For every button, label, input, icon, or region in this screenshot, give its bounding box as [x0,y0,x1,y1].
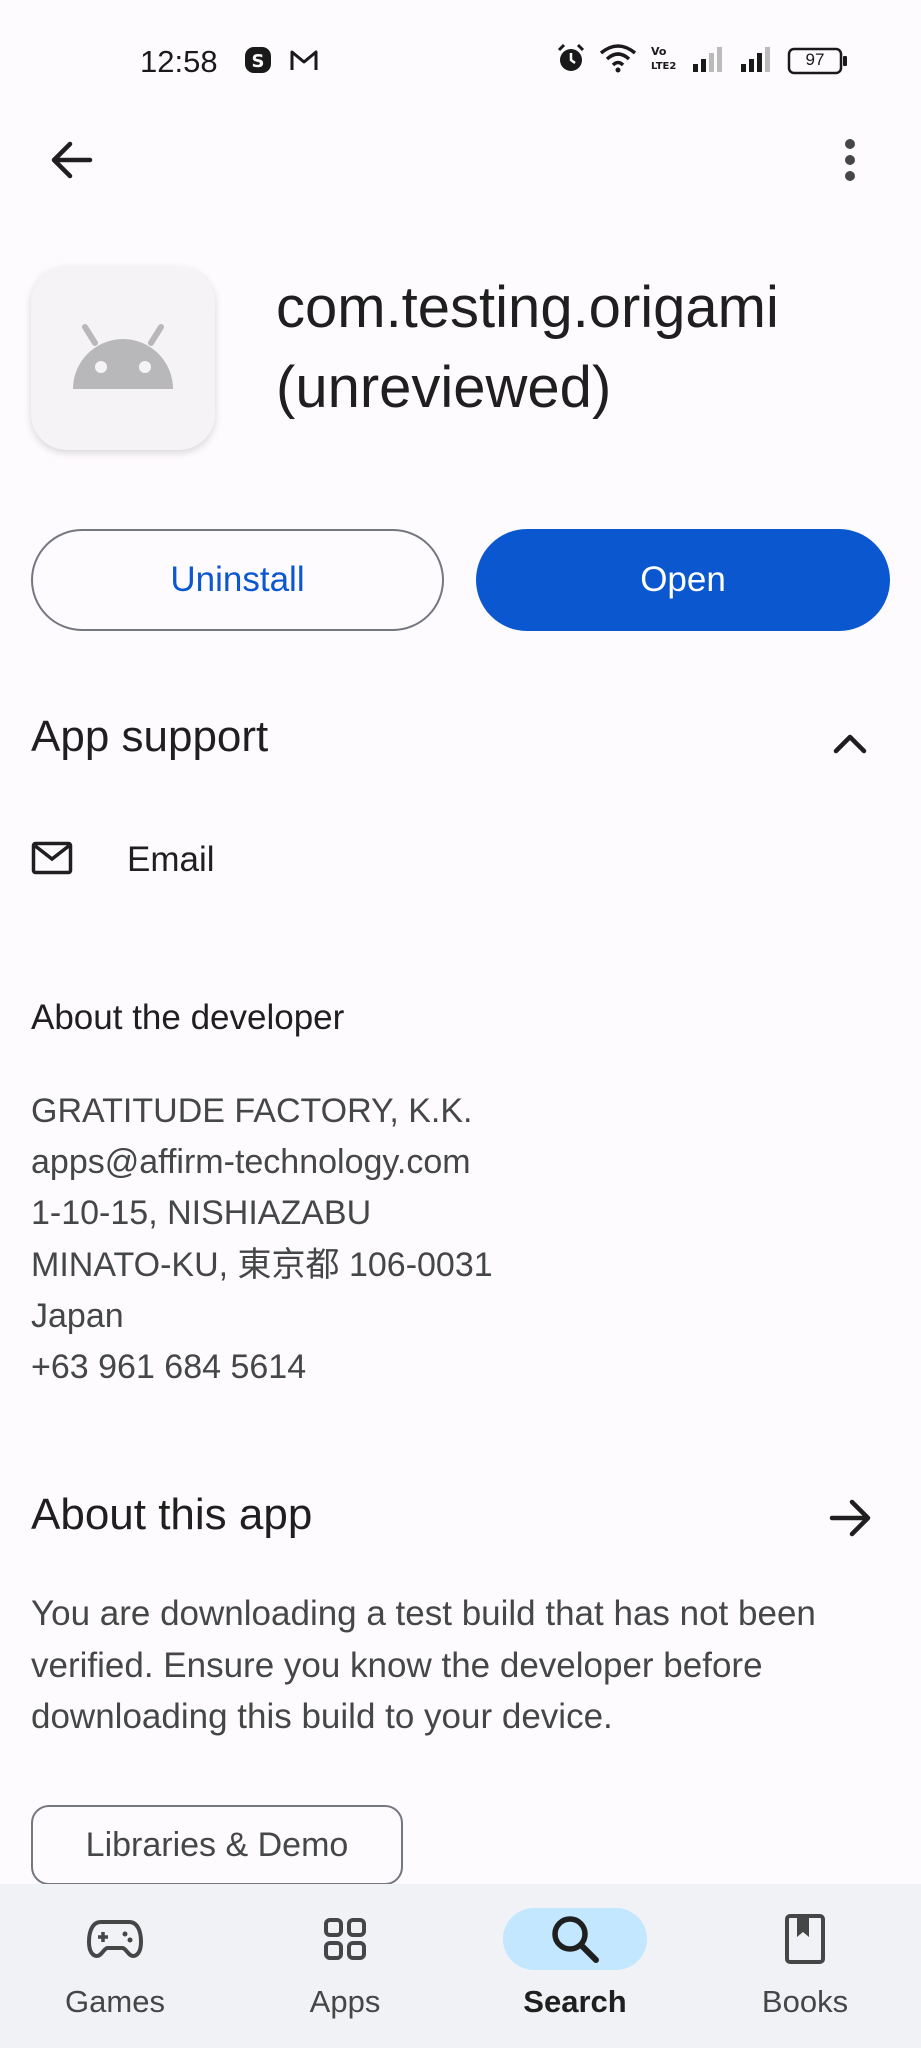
developer-country: Japan [31,1296,124,1335]
apps-grid-icon [273,1908,417,1970]
about-app-arrow-button[interactable] [818,1486,882,1550]
nav-label-books: Books [761,1984,849,2019]
battery-level: 97 [805,49,825,69]
app-title: com.testing.origami (unreviewed) [276,275,779,420]
status-icons: Vo LTE2 97 [555,42,849,79]
developer-email: apps@affirm-technology.com [31,1143,471,1182]
alarm-icon [555,42,587,79]
nav-item-games[interactable]: Games [0,1884,230,2048]
developer-phone: +63 961 684 5614 [31,1348,307,1387]
search-icon [503,1908,647,1970]
arrow-left-icon [51,141,93,179]
more-options-button[interactable] [818,128,882,192]
developer-address-line2: MINATO-KU, 東京都 106-0031 [31,1245,493,1284]
nav-label-search: Search [523,1984,627,2019]
app-support-title: App support [31,712,269,761]
app-icon [31,266,215,450]
gamepad-icon [43,1908,187,1970]
bottom-navigation: Games Apps Search Books [0,1884,921,2048]
email-support-row[interactable]: Email [31,830,891,890]
skype-icon: S [244,46,272,74]
volte-icon: Vo LTE2 [649,43,679,78]
open-button[interactable]: Open [476,529,890,631]
libraries-demo-chip[interactable]: Libraries & Demo [31,1805,403,1885]
svg-text:LTE2: LTE2 [651,61,676,72]
nav-item-books[interactable]: Books [690,1884,920,2048]
nav-label-apps: Apps [309,1984,381,2019]
email-label: Email [127,840,215,879]
nav-label-games: Games [65,1984,165,2019]
wifi-icon [599,43,637,78]
chevron-up-icon [833,734,867,754]
back-button[interactable] [40,128,104,192]
signal-icon [691,44,727,77]
developer-address-line1: 1-10-15, NISHIAZABU [31,1194,372,1233]
status-bar: 12:58 S Vo LTE2 97 [0,0,921,120]
status-time: 12:58 [140,44,218,79]
about-app-title[interactable]: About this app [31,1490,312,1540]
mail-icon [31,841,73,880]
uninstall-button[interactable]: Uninstall [31,529,444,631]
android-icon [73,324,173,389]
developer-name: GRATITUDE FACTORY, K.K. [31,1092,473,1130]
more-vert-icon [845,139,855,181]
nav-item-apps[interactable]: Apps [230,1884,460,2048]
book-icon [733,1908,877,1970]
battery-icon: 97 [787,47,849,75]
developer-details: GRATITUDE FACTORY, K.K. apps@affirm-tech… [31,1086,493,1393]
nav-item-search[interactable]: Search [460,1884,690,2048]
svg-text:Vo: Vo [651,45,667,58]
signal-icon [739,44,775,77]
svg-text:S: S [252,51,265,72]
about-app-description: You are downloading a test build that ha… [31,1594,816,1736]
arrow-right-icon [829,1499,871,1537]
gmail-icon [289,46,318,74]
about-developer-title: About the developer [31,998,345,1037]
collapse-app-support-button[interactable] [818,712,882,776]
